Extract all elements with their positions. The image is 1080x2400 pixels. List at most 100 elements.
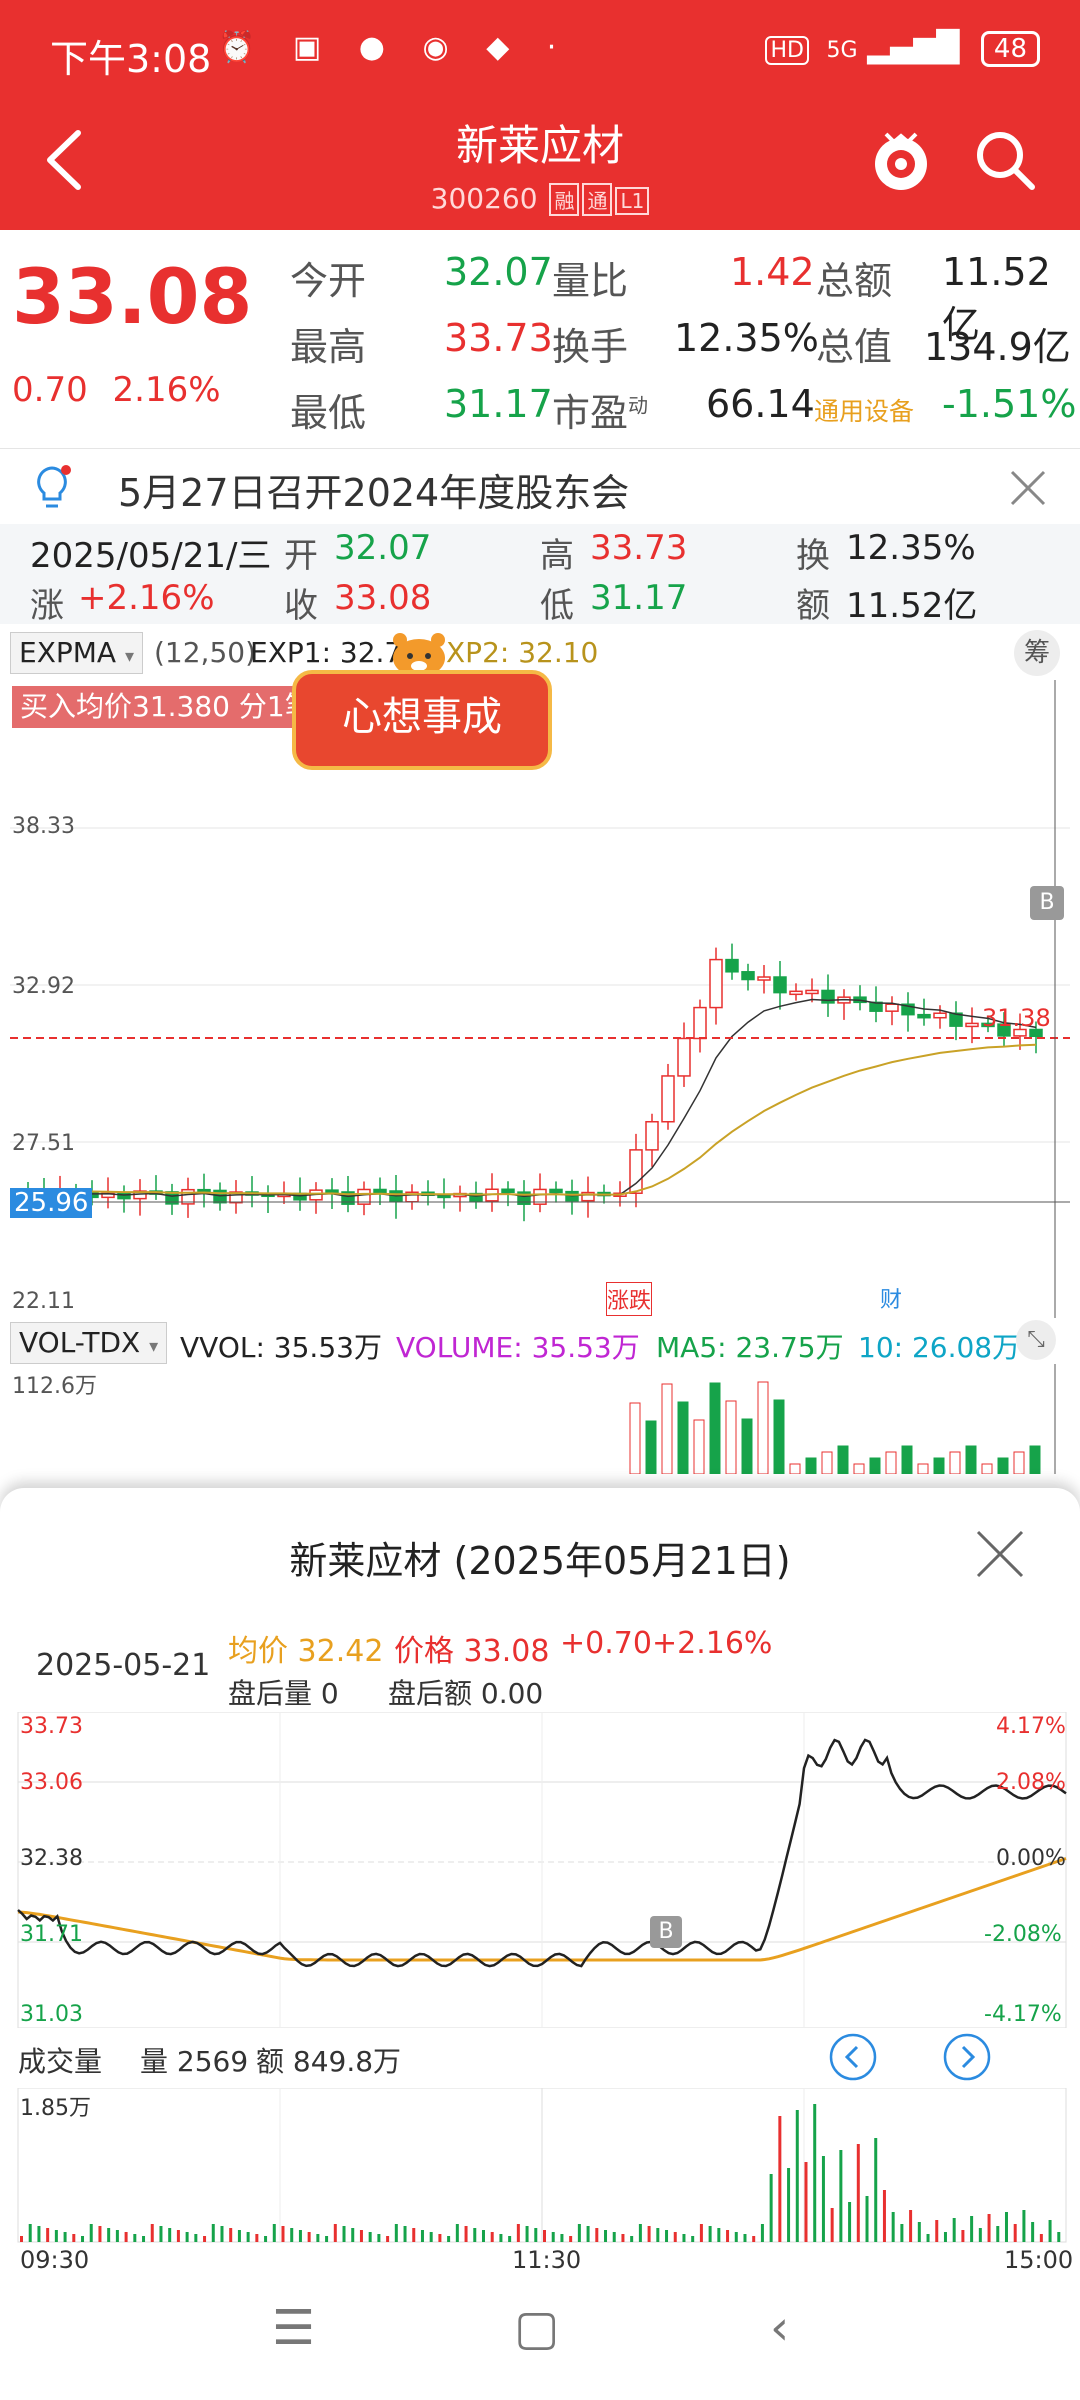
intraday-volume-bar	[246, 2232, 250, 2242]
intraday-volume-bar	[726, 2230, 730, 2242]
buy-marker[interactable]: B	[1030, 886, 1064, 920]
intraday-volume-bar	[351, 2228, 355, 2242]
limit-event-marker[interactable]: 涨跌	[606, 1282, 653, 1316]
intraday-volume-bar	[72, 2234, 76, 2242]
intraday-volume-bar	[142, 2236, 146, 2242]
intraday-volume-bar	[586, 2226, 590, 2242]
kline-ytick-3: 27.51	[12, 1131, 75, 1156]
volume-bar	[853, 1463, 865, 1474]
intraday-volume-bar	[150, 2224, 154, 2242]
indicator-selector[interactable]: EXPMA ▾	[10, 632, 144, 674]
volume-bar	[869, 1457, 881, 1474]
intraday-volume-bar	[525, 2226, 529, 2242]
network-label: 5G	[826, 38, 858, 63]
kline-candle	[933, 1012, 947, 1019]
kline-candle	[965, 1022, 979, 1028]
intraday-volume-chart[interactable]	[0, 2088, 1080, 2244]
dropdown-caret-icon: ▾	[124, 646, 135, 667]
prev-day-icon[interactable]	[828, 2032, 878, 2082]
intraday-volume-bar	[612, 2232, 616, 2242]
intraday-volume-bar	[438, 2234, 442, 2242]
ohlc-date: 2025/05/21/三	[30, 536, 272, 576]
kline-candle	[757, 976, 771, 981]
sector-change: -1.51%	[942, 382, 1077, 426]
time-tick-mid: 11:30	[512, 2246, 582, 2274]
popup-change-pct: +2.16%	[652, 1626, 773, 1661]
intraday-chart[interactable]	[0, 1712, 1080, 2028]
volume-bar	[693, 1419, 705, 1474]
status-indicators: HD 5G ▂▄▆█ 48	[765, 30, 1040, 67]
volume-ratio-label: 量比	[552, 259, 629, 303]
intraday-volume-bar	[325, 2236, 329, 2242]
finance-event-marker[interactable]: 财	[880, 1282, 902, 1314]
vvol-value: VVOL: 35.53万	[180, 1331, 382, 1364]
intraday-buy-marker[interactable]: B	[650, 1916, 682, 1948]
intraday-volume-bar	[368, 2232, 372, 2242]
expand-icon[interactable]: ⤡	[1016, 1320, 1056, 1360]
intraday-volume-bar	[1022, 2210, 1026, 2242]
app-header: 下午3:08 ⏰ ▣ ● ◉ ◆ · HD 5G ▂▄▆█ 48 新莱应材 30…	[0, 0, 1080, 230]
volume-indicator-name: VOL-TDX	[19, 1326, 141, 1359]
intraday-volume-bar	[1031, 2222, 1035, 2242]
intraday-grid	[18, 1712, 1066, 2028]
intraday-volume-bar	[516, 2224, 520, 2242]
market-cap-label: 总值	[816, 325, 893, 369]
intraday-volume-bar	[81, 2236, 85, 2242]
intraday-volume-bar	[699, 2224, 703, 2242]
intraday-volume-bar	[412, 2228, 416, 2242]
price-label: 价格 33.08	[394, 1634, 550, 1669]
sector-link[interactable]: 通用设备	[814, 392, 914, 428]
menu-nav-icon[interactable]: ☰	[272, 2300, 315, 2356]
ohlc-open-label: 开	[284, 536, 318, 576]
open-value: 32.07	[444, 250, 553, 294]
intraday-volume-bar	[20, 2236, 23, 2242]
intraday-volume-bar	[804, 2162, 808, 2242]
intra-right-tick-2: 2.08%	[996, 1770, 1066, 1795]
intraday-volume-bar	[37, 2226, 41, 2242]
ohlc-high-label: 高	[540, 536, 574, 576]
volume-bar	[933, 1457, 945, 1474]
kline-chart[interactable]	[0, 680, 1080, 1320]
intraday-volume-bar	[447, 2236, 451, 2242]
assistant-owl-icon[interactable]	[866, 122, 936, 202]
back-nav-icon[interactable]: ‹	[770, 2300, 789, 2356]
intraday-volume-bar	[176, 2230, 180, 2242]
intra-left-tick-3: 32.38	[20, 1846, 83, 1871]
volume-bar	[757, 1381, 769, 1474]
popup-close-icon[interactable]	[972, 1526, 1028, 1582]
intraday-volume-bar	[577, 2224, 581, 2242]
ma5-value: MA5: 23.75万	[656, 1331, 844, 1364]
volume-chart[interactable]	[0, 1364, 1080, 1474]
low-label: 最低	[290, 391, 367, 435]
intraday-volume-bar	[665, 2230, 669, 2242]
intraday-volume-bar	[316, 2234, 320, 2242]
intraday-volume-bar	[229, 2228, 233, 2242]
intraday-volume-bar	[656, 2228, 660, 2242]
next-day-icon[interactable]	[942, 2032, 992, 2082]
close-icon[interactable]	[1006, 466, 1050, 510]
notice-text[interactable]: 5月27日召开2024年度股东会	[118, 462, 629, 517]
turnover-label: 换手	[552, 325, 629, 369]
intraday-volume-bar	[708, 2226, 712, 2242]
exp2-value: XP2: 32.10	[446, 636, 599, 669]
search-icon[interactable]	[970, 125, 1040, 195]
volume-bar	[837, 1445, 849, 1474]
intraday-volume-bar	[534, 2228, 538, 2242]
home-nav-icon[interactable]: ▢	[514, 2300, 559, 2356]
buy-average-banner[interactable]: 买入均价31.380 分1笔	[12, 686, 320, 728]
tiger-sticker[interactable]: 心想事成	[292, 670, 552, 770]
intraday-volume-bar	[298, 2230, 302, 2242]
intraday-volume-bar	[560, 2234, 564, 2242]
intraday-volume-bar	[508, 2236, 512, 2242]
volume-indicator-selector[interactable]: VOL-TDX ▾	[10, 1322, 168, 1364]
kline-plot-bg	[10, 680, 1070, 1318]
battery-icon: 48	[980, 31, 1040, 67]
kline-candle	[805, 989, 819, 995]
buy-price-label: 31.38	[982, 1004, 1051, 1032]
popup-title: 新莱应材 (2025年05月21日)	[289, 1539, 791, 1583]
intraday-volume-bar	[778, 2116, 782, 2242]
intraday-volume-bar	[272, 2224, 276, 2242]
chip-button[interactable]: 筹	[1014, 630, 1060, 676]
intraday-volume-bar	[1013, 2224, 1017, 2242]
intraday-volume-bar	[133, 2234, 137, 2242]
